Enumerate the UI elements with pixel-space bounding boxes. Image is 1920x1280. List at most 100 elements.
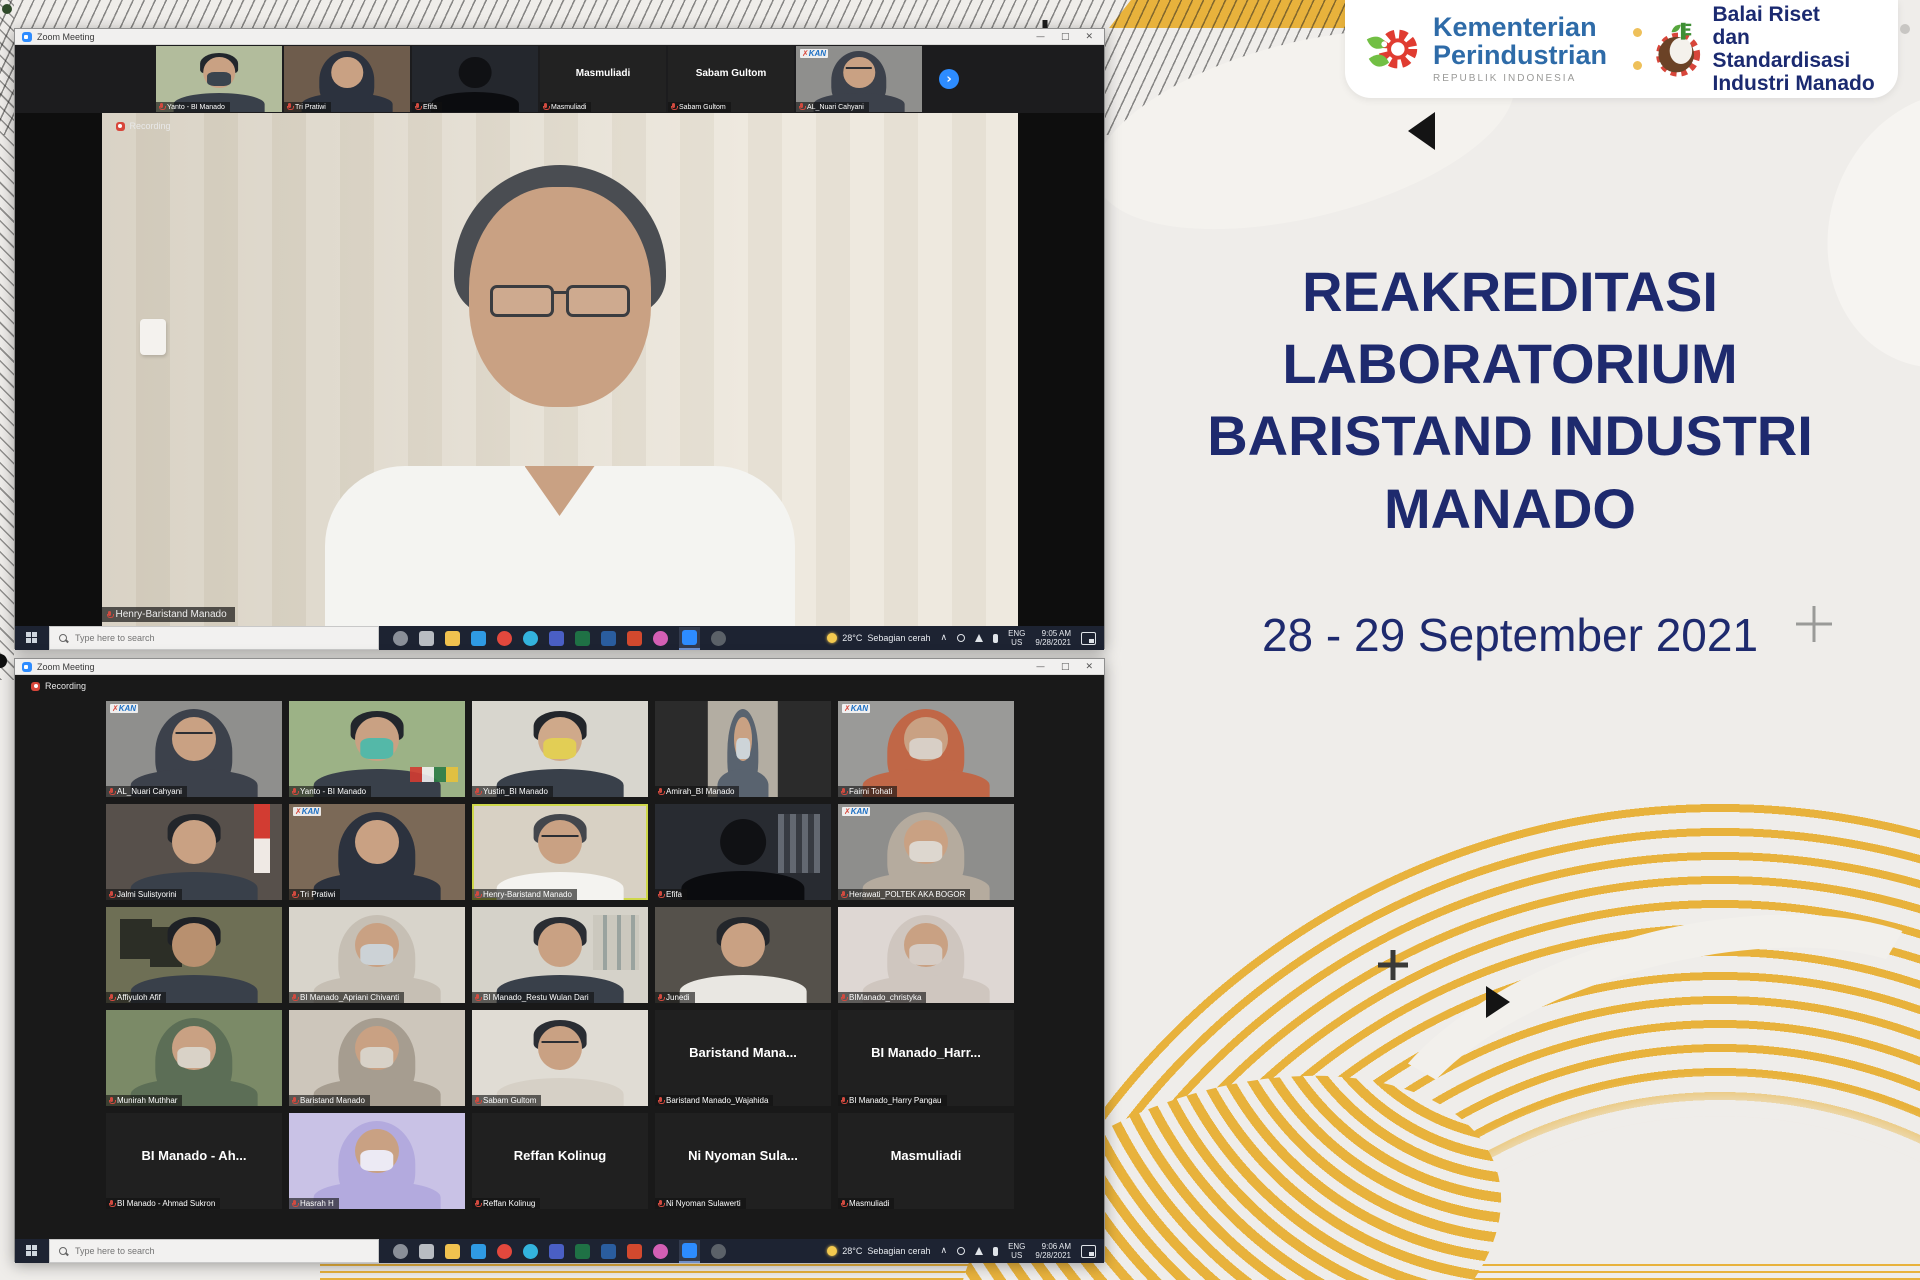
- language-indicator[interactable]: ENGUS: [1008, 1242, 1025, 1260]
- participant-tile[interactable]: BI Manado_Apriani Chivanti: [289, 907, 465, 1003]
- participant-tile[interactable]: Amirah_BI Manado: [655, 701, 831, 797]
- notification-center-icon[interactable]: [1081, 632, 1096, 645]
- participant-tile[interactable]: Yanto - BI Manado: [289, 701, 465, 797]
- taskbar-icon-edge[interactable]: [523, 1244, 538, 1259]
- window-titlebar[interactable]: Zoom Meeting — □ ✕: [15, 659, 1104, 675]
- participant-tile[interactable]: Jalmi Sulistyorini: [106, 804, 282, 900]
- chevron-up-icon[interactable]: ∧: [940, 633, 947, 643]
- taskbar-icon-task-view[interactable]: [419, 631, 434, 646]
- taskbar-icon-task-view[interactable]: [419, 1244, 434, 1259]
- start-button[interactable]: [15, 626, 49, 650]
- participant-tile[interactable]: Junedi: [655, 907, 831, 1003]
- participant-tile[interactable]: Hasrah H: [289, 1113, 465, 1209]
- start-button[interactable]: [15, 1239, 49, 1263]
- taskbar-icon-photoshop[interactable]: [601, 1244, 616, 1259]
- participant-tile[interactable]: MasmuliadiMasmuliadi: [540, 46, 666, 112]
- taskbar-icon-whatsapp-desktop[interactable]: [711, 1244, 726, 1259]
- taskbar-icon-excel[interactable]: [575, 1244, 590, 1259]
- participant-tile[interactable]: ✗KANAL_Nuari Cahyani: [106, 701, 282, 797]
- participant-tile[interactable]: BI Manado_Harr...BI Manado_Harry Pangau: [838, 1010, 1014, 1106]
- participant-tile[interactable]: Henry-Baristand Manado: [472, 804, 648, 900]
- taskbar-icon-file-explorer[interactable]: [445, 1244, 460, 1259]
- language-indicator[interactable]: ENGUS: [1008, 629, 1025, 647]
- participant-tile[interactable]: Munirah Muthhar: [106, 1010, 282, 1106]
- tray-status-icon[interactable]: [957, 634, 965, 642]
- close-button[interactable]: ✕: [1085, 29, 1093, 45]
- participant-tile[interactable]: Yustin_BI Manado: [472, 701, 648, 797]
- volume-icon[interactable]: [993, 1247, 998, 1256]
- taskbar-icon-cortana[interactable]: [393, 1244, 408, 1259]
- taskbar-icon-teams[interactable]: [549, 631, 564, 646]
- close-button[interactable]: ✕: [1085, 659, 1093, 675]
- participant-tile[interactable]: BI Manado - Ah...BI Manado - Ahmad Sukro…: [106, 1113, 282, 1209]
- participant-tile[interactable]: ✗KANFairni Tohati: [838, 701, 1014, 797]
- taskbar-icon-photoshop[interactable]: [601, 631, 616, 646]
- system-tray: 28°CSebagian cerah ∧ ENGUS 9:06 AM9/28/2021: [827, 1242, 1104, 1260]
- minimize-button[interactable]: —: [1036, 29, 1045, 45]
- participant-tile[interactable]: Yanto - BI Manado: [156, 46, 282, 112]
- recording-dot-icon: [31, 682, 40, 691]
- chevron-up-icon[interactable]: ∧: [940, 1246, 947, 1256]
- maximize-button[interactable]: □: [1061, 29, 1070, 45]
- network-icon[interactable]: [975, 1247, 983, 1255]
- taskbar-icon-edge[interactable]: [523, 631, 538, 646]
- taskbar-icon-illustrator[interactable]: [627, 631, 642, 646]
- participant-name-large: BI Manado_Harr...: [838, 1010, 1014, 1094]
- taskbar-icon-chrome[interactable]: [497, 1244, 512, 1259]
- participant-tile[interactable]: Ni Nyoman Sula...Ni Nyoman Sulawerti: [655, 1113, 831, 1209]
- taskbar-search-input[interactable]: [75, 1246, 369, 1256]
- taskbar-icon-teams[interactable]: [549, 1244, 564, 1259]
- taskbar-icon-vs-code[interactable]: [471, 631, 486, 646]
- window-titlebar[interactable]: Zoom Meeting — □ ✕: [15, 29, 1104, 45]
- participant-tile[interactable]: ✗KANAL_Nuari Cahyani: [796, 46, 922, 112]
- taskbar-search-input[interactable]: [75, 633, 369, 643]
- next-participants-button[interactable]: ›: [939, 69, 959, 89]
- taskbar-icon-file-explorer[interactable]: [445, 631, 460, 646]
- taskbar-icon-chrome[interactable]: [497, 631, 512, 646]
- participant-tile[interactable]: MasmuliadiMasmuliadi: [838, 1113, 1014, 1209]
- taskbar-icon-photos[interactable]: [653, 631, 668, 646]
- recording-dot-icon: [116, 122, 125, 131]
- taskbar-icon-excel[interactable]: [575, 631, 590, 646]
- participant-tile[interactable]: BIManado_christyka: [838, 907, 1014, 1003]
- participant-tile[interactable]: Efifa: [655, 804, 831, 900]
- participant-tile[interactable]: Efifa: [412, 46, 538, 112]
- participant-tile[interactable]: ✗KANHerawati_POLTEK AKA BOGOR: [838, 804, 1014, 900]
- taskbar-search[interactable]: [49, 1239, 379, 1263]
- volume-icon[interactable]: [993, 634, 998, 643]
- taskbar-icon-whatsapp-desktop[interactable]: [711, 631, 726, 646]
- participant-tile[interactable]: Sabam Gultom: [472, 1010, 648, 1106]
- maximize-button[interactable]: □: [1061, 659, 1070, 675]
- clock[interactable]: 9:06 AM9/28/2021: [1035, 1242, 1071, 1260]
- kan-x-icon: ✗: [844, 807, 851, 816]
- participant-tile[interactable]: Tri Pratiwi: [284, 46, 410, 112]
- taskbar-search[interactable]: [49, 626, 379, 650]
- participant-tile[interactable]: ✗KANTri Pratiwi: [289, 804, 465, 900]
- participant-tile[interactable]: Reffan KolinugReffan Kolinug: [472, 1113, 648, 1209]
- taskbar-icon-photos[interactable]: [653, 1244, 668, 1259]
- participant-tile[interactable]: Baristand Mana...Baristand Manado_Wajahi…: [655, 1010, 831, 1106]
- participant-tile[interactable]: Baristand Manado: [289, 1010, 465, 1106]
- taskbar-icon-zoom[interactable]: [682, 630, 697, 645]
- taskbar-icon-zoom[interactable]: [682, 1243, 697, 1258]
- participant-tile[interactable]: BI Manado_Restu Wulan Dari: [472, 907, 648, 1003]
- face-mask: [736, 738, 749, 758]
- tray-status-icon[interactable]: [957, 1247, 965, 1255]
- clock[interactable]: 9:05 AM9/28/2021: [1035, 629, 1071, 647]
- participant-tile[interactable]: Affiyuloh Afif: [106, 907, 282, 1003]
- taskbar-icon-vs-code[interactable]: [471, 1244, 486, 1259]
- weather-widget[interactable]: 28°CSebagian cerah: [827, 633, 930, 643]
- network-icon[interactable]: [975, 634, 983, 642]
- participant-name: Tri Pratiwi: [295, 104, 326, 111]
- taskbar-icon-illustrator[interactable]: [627, 1244, 642, 1259]
- notification-center-icon[interactable]: [1081, 1245, 1096, 1258]
- system-tray: 28°CSebagian cerah ∧ ENGUS 9:05 AM9/28/2021: [827, 629, 1104, 647]
- minimize-button[interactable]: —: [1036, 659, 1045, 675]
- participant-name: Henry-Baristand Manado: [483, 890, 572, 899]
- weather-widget[interactable]: 28°CSebagian cerah: [827, 1246, 930, 1256]
- participant-name: BI Manado_Apriani Chivanti: [300, 993, 399, 1002]
- participant-tile[interactable]: Sabam GultomSabam Gultom: [668, 46, 794, 112]
- wall-light-switch: [140, 319, 166, 355]
- taskbar-icon-cortana[interactable]: [393, 631, 408, 646]
- active-app-highlight: [679, 627, 700, 650]
